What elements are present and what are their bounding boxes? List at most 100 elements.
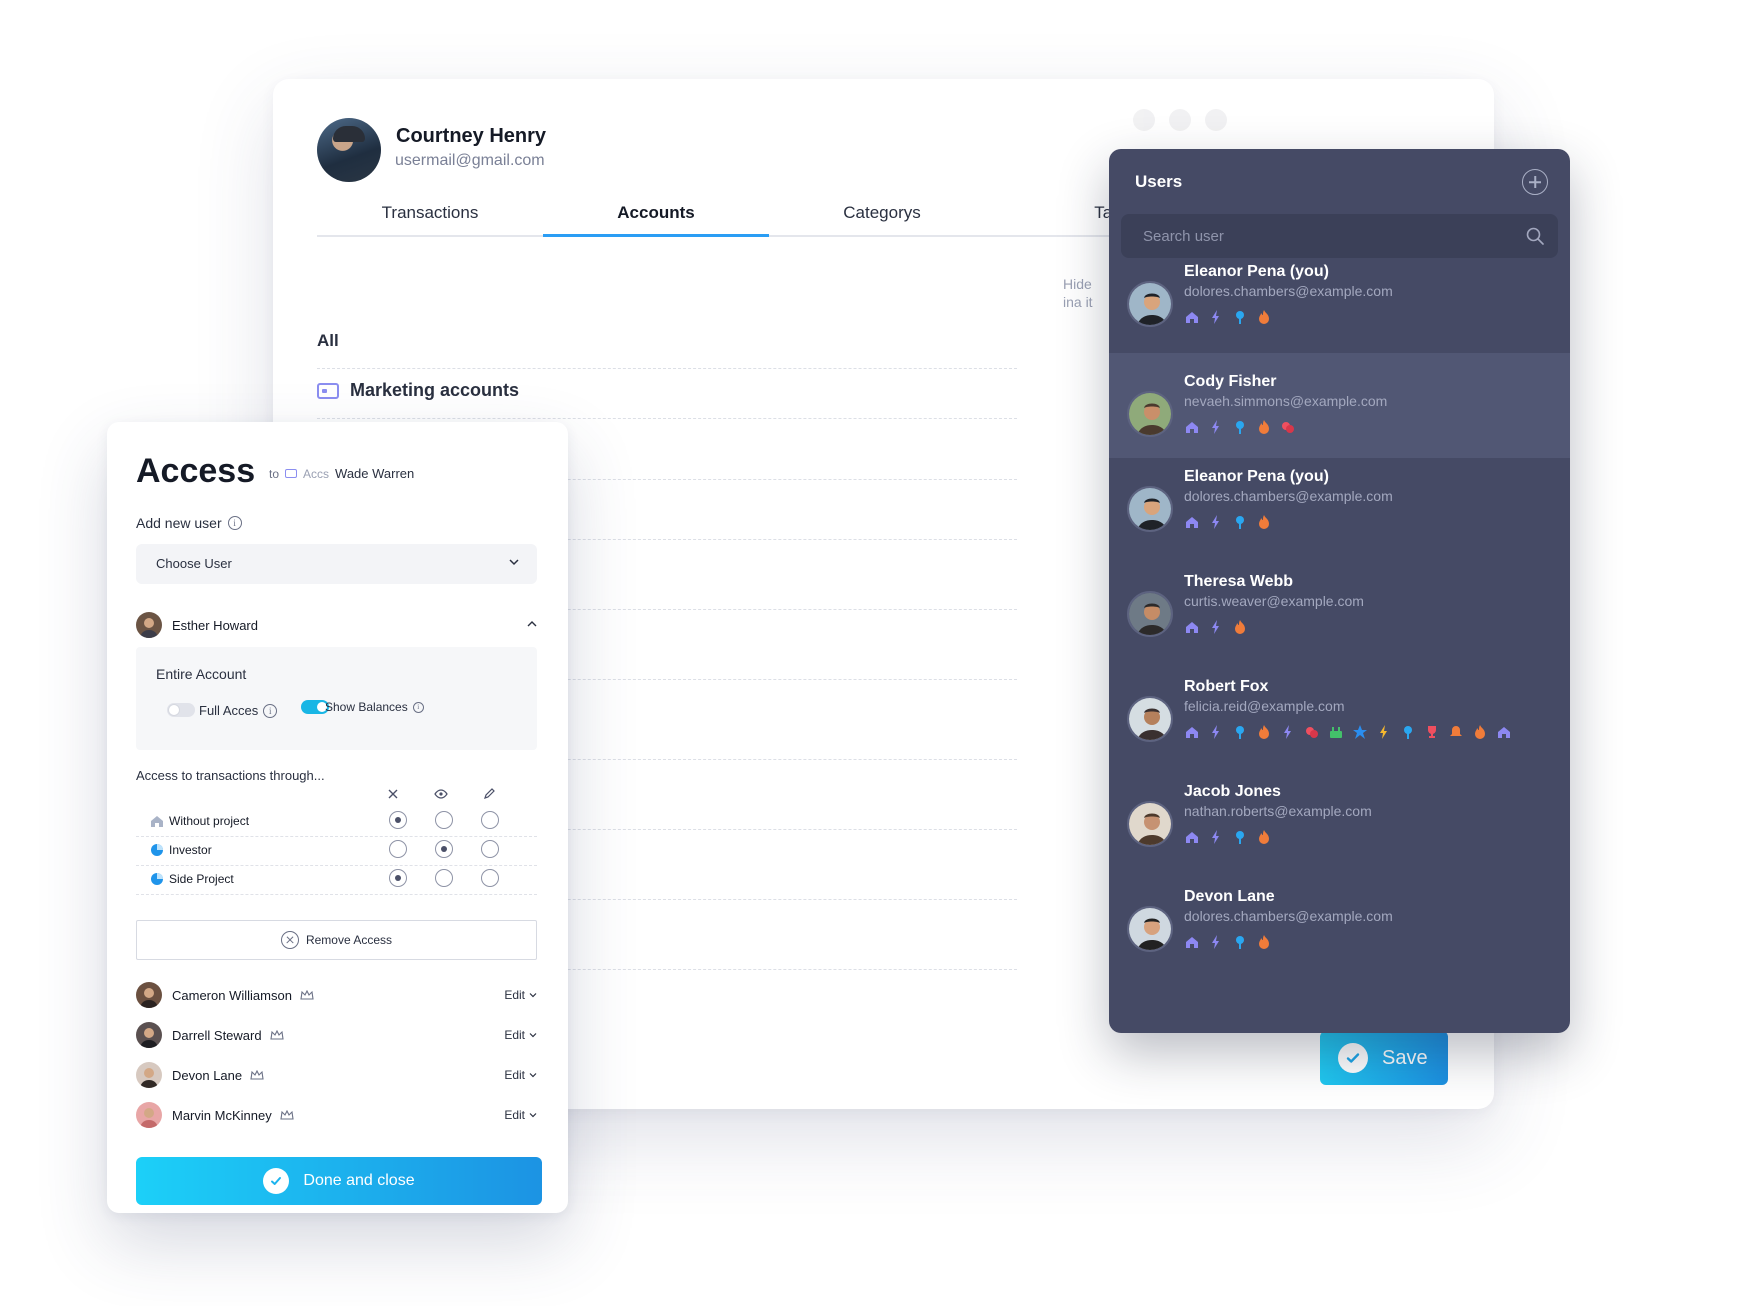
project-label: Investor xyxy=(169,843,212,857)
edit-label: Edit xyxy=(504,1108,525,1122)
permission-row: Side Project xyxy=(136,863,537,895)
users-panel: Users Eleanor Pena (you) dolores.chambers… xyxy=(1109,149,1570,1033)
full-access-text: Full Acces xyxy=(199,703,259,718)
no-access-radio[interactable] xyxy=(389,840,407,858)
entire-account-label: Entire Account xyxy=(156,666,247,682)
avatar xyxy=(136,1022,162,1048)
bolt-icon xyxy=(1208,419,1224,435)
edit-dropdown[interactable]: Edit xyxy=(504,1068,537,1082)
avatar xyxy=(136,982,162,1008)
full-access-toggle[interactable] xyxy=(167,703,195,717)
user-name: Theresa Webb xyxy=(1184,573,1294,590)
info-icon[interactable]: i xyxy=(412,701,424,713)
avatar xyxy=(1127,391,1173,437)
crown-icon xyxy=(269,1030,284,1040)
crown-icon xyxy=(300,990,314,1000)
access-dialog: Access to Accs Wade Warren Add new user … xyxy=(107,422,568,1213)
edit-radio[interactable] xyxy=(481,840,499,858)
search-user-input[interactable] xyxy=(1121,214,1558,258)
add-user-icon[interactable] xyxy=(1522,169,1548,195)
pin-icon xyxy=(1232,309,1248,325)
fire-icon xyxy=(1256,724,1272,740)
project-name: Investor xyxy=(150,843,212,857)
edit-radio[interactable] xyxy=(481,811,499,829)
user-name: Robert Fox xyxy=(1184,678,1269,695)
done-and-close-button[interactable]: Done and close xyxy=(136,1157,542,1205)
user-list-item[interactable]: Eleanor Pena (you) dolores.chambers@examp… xyxy=(1109,460,1570,560)
bolt-icon xyxy=(1208,309,1224,325)
fire-icon xyxy=(1256,934,1272,950)
pin-icon xyxy=(1232,829,1248,845)
project-label: Side Project xyxy=(169,872,234,886)
save-button[interactable]: Save xyxy=(1320,1031,1448,1085)
no-access-radio[interactable] xyxy=(389,869,407,887)
avatar xyxy=(1127,591,1173,637)
fire-icon xyxy=(1256,309,1272,325)
edit-label: Edit xyxy=(504,988,525,1002)
faded-toolbar-icons xyxy=(1133,109,1227,131)
info-icon[interactable]: i xyxy=(263,703,278,718)
project-name: Side Project xyxy=(150,872,234,886)
edit-dropdown[interactable]: Edit xyxy=(504,1108,537,1122)
add-new-user-label: Add new user i xyxy=(136,515,242,531)
edit-dropdown[interactable]: Edit xyxy=(504,988,537,1002)
chevron-down-icon xyxy=(529,1113,537,1118)
tab-transactions[interactable]: Transactions xyxy=(317,197,543,235)
view-radio[interactable] xyxy=(435,840,453,858)
user-email: nevaeh.simmons@example.com xyxy=(1184,393,1388,409)
user-list-item[interactable]: Devon Lane dolores.chambers@example.com xyxy=(1109,880,1570,980)
flash-icon xyxy=(1376,724,1392,740)
no-access-radio[interactable] xyxy=(389,811,407,829)
access-through-label: Access to transactions through... xyxy=(136,768,325,783)
add-new-user-text: Add new user xyxy=(136,515,222,531)
divider xyxy=(317,368,1017,369)
chevron-up-icon[interactable] xyxy=(527,620,537,628)
home-icon xyxy=(1184,309,1200,325)
coins-icon xyxy=(1304,724,1320,740)
user-list-item[interactable]: Eleanor Pena (you) dolores.chambers@examp… xyxy=(1109,255,1570,355)
member-row: Devon Lane Edit xyxy=(136,1060,537,1090)
tab-categorys[interactable]: Categorys xyxy=(769,197,995,235)
tab-accounts[interactable]: Accounts xyxy=(543,197,769,237)
account-short-label: Accs xyxy=(303,466,330,481)
fire-icon xyxy=(1256,829,1272,845)
account-icon xyxy=(317,383,339,399)
pin-icon xyxy=(1232,419,1248,435)
home-icon xyxy=(1184,829,1200,845)
view-radio[interactable] xyxy=(435,869,453,887)
edit-dropdown[interactable]: Edit xyxy=(504,1028,537,1042)
edit-radio[interactable] xyxy=(481,869,499,887)
user-email: curtis.weaver@example.com xyxy=(1184,593,1364,609)
entire-account-settings: Entire Account Full Acces i Show Balance… xyxy=(136,647,537,750)
marketing-accounts-label[interactable]: Marketing accounts xyxy=(350,380,519,401)
user-list-item[interactable]: Cody Fisher nevaeh.simmons@example.com xyxy=(1109,353,1570,458)
user-list-item[interactable]: Jacob Jones nathan.roberts@example.com xyxy=(1109,775,1570,875)
avatar xyxy=(136,612,162,638)
users-title: Users xyxy=(1135,172,1183,191)
view-icon xyxy=(434,789,448,799)
user-list-item[interactable]: Robert Fox felicia.reid@example.com xyxy=(1109,670,1570,770)
bolt-icon xyxy=(1208,514,1224,530)
permission-row: Without project xyxy=(136,805,537,837)
hide-inactive-toggle-label[interactable]: Hide ina it xyxy=(1063,275,1111,311)
pie-chart-icon xyxy=(150,843,164,857)
home-icon xyxy=(1496,724,1512,740)
info-icon[interactable]: i xyxy=(227,516,242,530)
home-icon xyxy=(1184,724,1200,740)
choose-user-select[interactable]: Choose User xyxy=(136,544,537,584)
view-radio[interactable] xyxy=(435,811,453,829)
all-accounts-label: All xyxy=(317,331,339,350)
search-icon[interactable] xyxy=(1526,227,1544,245)
user-list-item[interactable]: Theresa Webb curtis.weaver@example.com xyxy=(1109,565,1570,665)
avatar xyxy=(1127,696,1173,742)
account-owner: Wade Warren xyxy=(335,466,415,481)
profile-email: usermail@gmail.com xyxy=(395,152,545,169)
avatar xyxy=(136,1102,162,1128)
user-name: Devon Lane xyxy=(1184,888,1275,905)
remove-access-button[interactable]: Remove Access xyxy=(136,920,537,960)
expanded-user-header[interactable]: Esther Howard xyxy=(136,612,258,638)
edit-label: Edit xyxy=(504,1068,525,1082)
chevron-down-icon xyxy=(529,1033,537,1038)
user-badges xyxy=(1184,419,1296,435)
member-row: Cameron Williamson Edit xyxy=(136,980,537,1010)
